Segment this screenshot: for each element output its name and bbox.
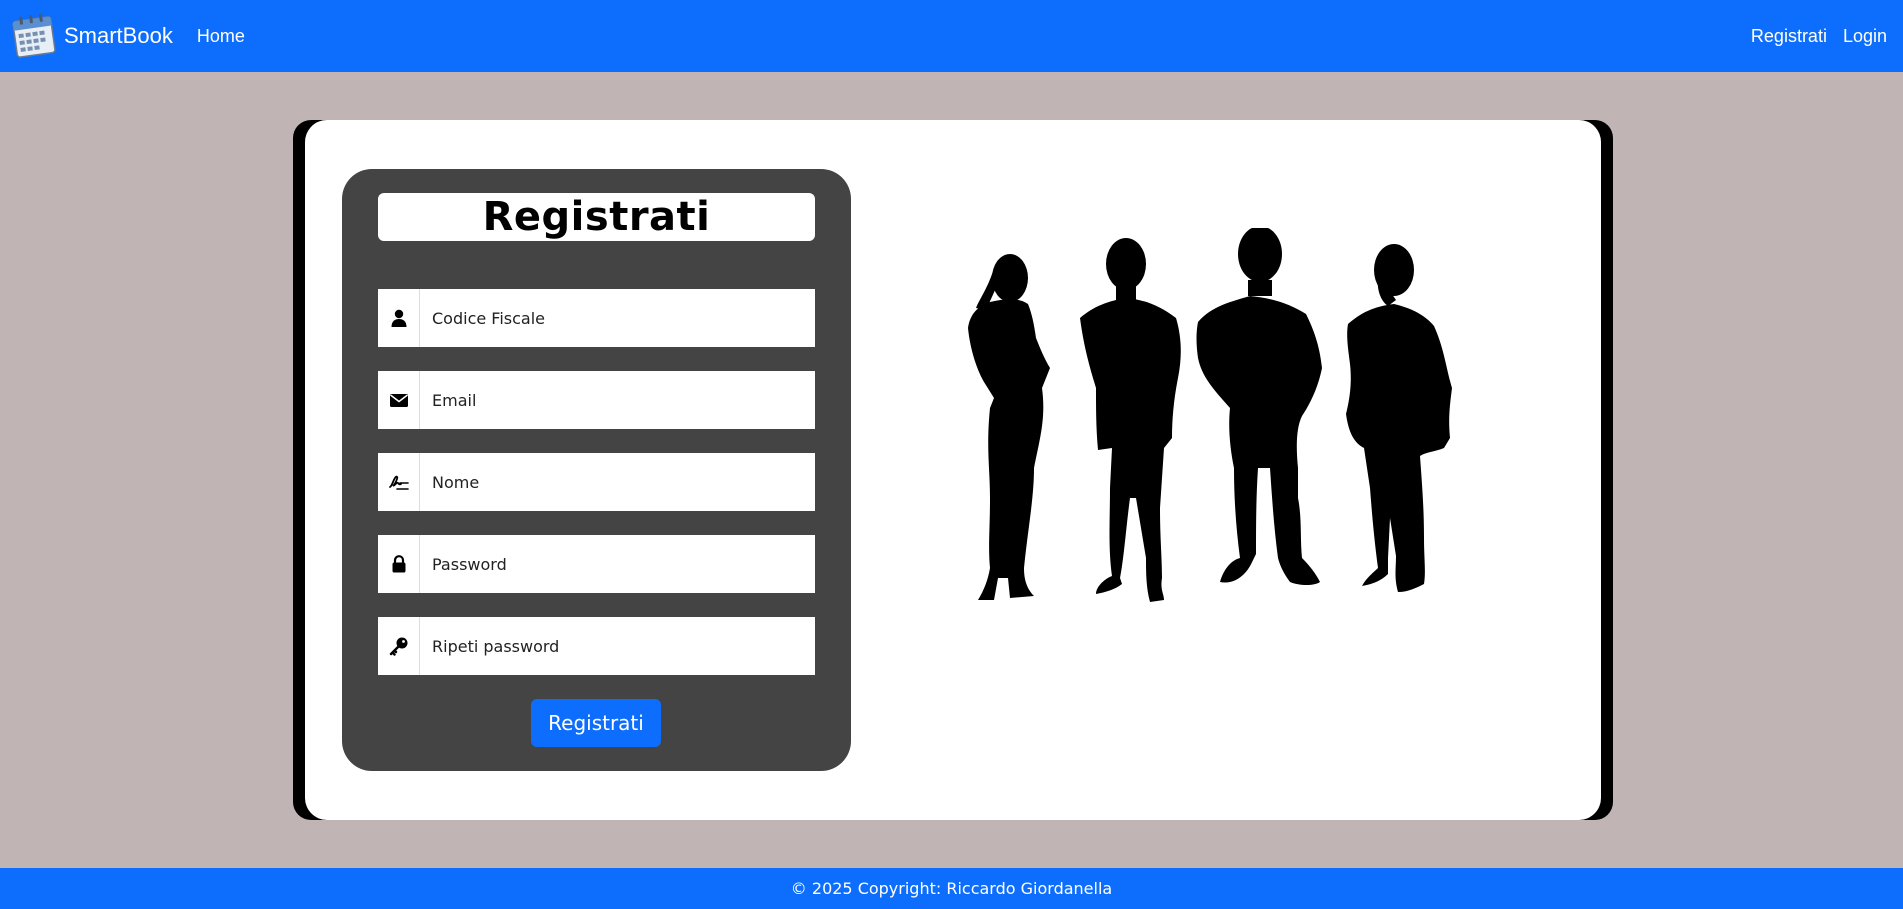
silhouette-man-2 — [1196, 228, 1322, 585]
nav-login-link[interactable]: Login — [1843, 26, 1887, 47]
form-title: Registrati — [482, 194, 711, 240]
silhouette-woman-left — [968, 254, 1050, 600]
silhouette-woman-right — [1346, 244, 1452, 592]
nome-input[interactable] — [420, 453, 815, 511]
nav-register-link[interactable]: Registrati — [1751, 26, 1827, 47]
registration-form: Registrati Registrati — [342, 169, 851, 771]
email-field — [378, 371, 815, 429]
people-silhouette-icon — [968, 228, 1452, 602]
lock-icon — [378, 535, 420, 593]
register-submit-button[interactable]: Registrati — [531, 699, 661, 747]
user-icon — [378, 289, 420, 347]
brand-link[interactable]: SmartBook — [12, 13, 173, 59]
codice-fiscale-input[interactable] — [420, 289, 815, 347]
codice-fiscale-field — [378, 289, 815, 347]
brand-name: SmartBook — [64, 23, 173, 48]
footer: © 2025 Copyright: Riccardo Giordanella — [0, 868, 1903, 909]
form-title-box: Registrati — [378, 193, 815, 241]
key-icon — [378, 617, 420, 675]
envelope-icon — [378, 371, 420, 429]
footer-copyright: © 2025 Copyright: Riccardo Giordanella — [790, 879, 1113, 898]
password-field — [378, 535, 815, 593]
nome-field — [378, 453, 815, 511]
nav-home-link[interactable]: Home — [197, 26, 245, 47]
password-input[interactable] — [420, 535, 815, 593]
email-input[interactable] — [420, 371, 815, 429]
navbar: SmartBook Home Registrati Login — [0, 0, 1903, 72]
nav-right: Registrati Login — [1751, 26, 1891, 47]
repeat-password-field — [378, 617, 815, 675]
repeat-password-input[interactable] — [420, 617, 815, 675]
calendar-icon — [12, 13, 56, 58]
silhouette-man-1 — [1080, 238, 1181, 602]
signature-icon — [378, 453, 420, 511]
